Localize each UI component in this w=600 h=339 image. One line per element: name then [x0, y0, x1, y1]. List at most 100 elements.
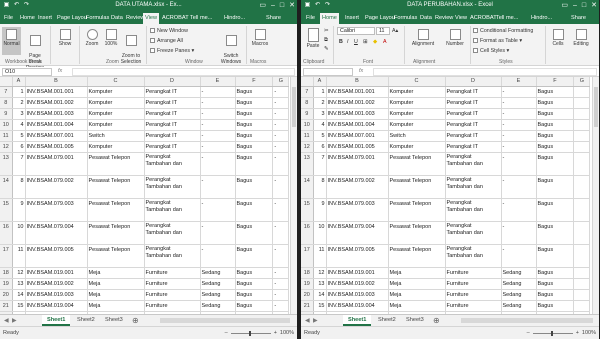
maximize-icon[interactable]: □	[280, 0, 284, 12]
cell-d[interactable]: Perangkat Tambahan dan	[144, 198, 201, 222]
cell-d[interactable]: Perangkat Tambahan dan	[144, 152, 201, 176]
formula-input[interactable]	[72, 68, 295, 76]
cell-c[interactable]: Pesawat Telepon	[388, 175, 446, 199]
row-header[interactable]: 16	[301, 221, 314, 245]
account-name[interactable]: Hindro...	[529, 14, 554, 23]
cell-e[interactable]: Sedang	[501, 300, 537, 312]
cell-g[interactable]	[573, 221, 591, 245]
cell-d[interactable]: Furniture	[445, 300, 502, 312]
cell-g[interactable]	[573, 152, 591, 176]
cell-c[interactable]: Pesawat Telepon	[87, 244, 145, 268]
sheet-tab-sheet3[interactable]: Sheet3	[100, 315, 128, 326]
cell-e[interactable]: -	[200, 244, 236, 268]
zoom-out-icon[interactable]: –	[527, 330, 530, 336]
zoom-in-icon[interactable]: +	[576, 330, 579, 336]
cell-g[interactable]	[573, 97, 591, 109]
horizontal-scrollbar[interactable]	[160, 318, 290, 323]
cell-g[interactable]: -	[272, 300, 290, 312]
cell-e[interactable]: -	[501, 221, 537, 245]
column-header[interactable]: G	[573, 77, 591, 87]
editing-button[interactable]: Editing	[569, 29, 593, 47]
cell-b[interactable]: INV.BSAM.079.004	[326, 221, 389, 245]
cell-f[interactable]: Bagus	[235, 141, 274, 153]
cell-b[interactable]: INV.BSAM.001.002	[326, 97, 389, 109]
tell-me-search[interactable]: Tell me...	[188, 14, 214, 23]
show-button[interactable]: Show	[54, 29, 76, 47]
cell-b[interactable]: INV.BSAM.079.001	[25, 152, 88, 176]
zoom-in-icon[interactable]: +	[274, 330, 277, 336]
row-header[interactable]: 15	[0, 198, 13, 222]
cell-b[interactable]: INV.BSAM.079.002	[25, 175, 88, 199]
column-header[interactable]: E	[200, 77, 236, 87]
row-header[interactable]: 17	[301, 244, 314, 268]
cell-g[interactable]: -	[272, 97, 290, 109]
formula-input[interactable]	[373, 68, 597, 76]
cell-d[interactable]: Perangkat IT	[144, 86, 201, 98]
cell-c[interactable]: Komputer	[87, 86, 145, 98]
cell-d[interactable]: Perangkat IT	[144, 130, 201, 142]
cell-c[interactable]: Komputer	[388, 97, 446, 109]
worksheet-grid[interactable]: A B C D E F G 7 1 INV.BSAM.001.001 Komputer…	[0, 77, 297, 314]
cell-a[interactable]: 9	[313, 198, 327, 222]
cell-b[interactable]: INV.BSAM.001.001	[25, 86, 88, 98]
zoom-slider[interactable]	[230, 330, 271, 336]
cell-e[interactable]: -	[200, 86, 236, 98]
cell-g[interactable]: -	[272, 141, 290, 153]
sheet-tab-sheet2[interactable]: Sheet2	[72, 315, 100, 326]
close-icon[interactable]: ✕	[591, 0, 597, 12]
cell-a[interactable]: 8	[12, 175, 26, 199]
cell-e[interactable]: Sedang	[200, 300, 236, 312]
cell-f[interactable]: Bagus	[536, 108, 575, 120]
cell-b[interactable]: INV.BSAM.019.004	[326, 300, 389, 312]
cell-c[interactable]: Meja	[87, 300, 145, 312]
zoom-to-selection-button[interactable]: Zoom to Selection	[120, 29, 142, 65]
cell-e[interactable]: Sedang	[501, 289, 537, 301]
prev-sheet-icon[interactable]: ◀	[305, 317, 310, 324]
cell-g[interactable]	[573, 119, 591, 131]
cell-f[interactable]: Bagus	[536, 152, 575, 176]
cell-f[interactable]: Bagus	[235, 278, 274, 290]
cell-g[interactable]	[573, 289, 591, 301]
cell-c[interactable]: Pesawat Telepon	[87, 198, 145, 222]
cell-d[interactable]: Perangkat IT	[445, 86, 502, 98]
row-header[interactable]: 12	[301, 141, 314, 153]
macros-button[interactable]: Macros	[249, 29, 271, 47]
cell-table[interactable]: A B C D E F G 7 1 INV.BSAM.001.001 Komputer…	[301, 77, 591, 314]
fx-icon[interactable]: fx	[359, 68, 363, 74]
zoom-out-icon[interactable]: –	[225, 330, 228, 336]
cell-a[interactable]: 11	[313, 244, 327, 268]
cell-c[interactable]: Pesawat Telepon	[87, 175, 145, 199]
cell-d[interactable]: Perangkat IT	[445, 130, 502, 142]
cell-d[interactable]: Furniture	[445, 278, 502, 290]
cell-b[interactable]: INV.BSAM.007.001	[25, 130, 88, 142]
new-window-button[interactable]: New Window	[150, 28, 188, 34]
cell-g[interactable]	[573, 278, 591, 290]
cell-c[interactable]: Pesawat Telepon	[388, 221, 446, 245]
cell-styles-button[interactable]: Cell Styles ▾	[473, 48, 509, 54]
tab-acrobat[interactable]: ACROBAT	[160, 14, 191, 23]
cell-b[interactable]: INV.BSAM.079.003	[326, 198, 389, 222]
column-header[interactable]: B	[326, 77, 389, 87]
column-header[interactable]: B	[25, 77, 88, 87]
font-size-select[interactable]: 11	[376, 27, 390, 35]
cell-e[interactable]: -	[200, 130, 236, 142]
zoom-level[interactable]: 100%	[280, 330, 294, 336]
cell-b[interactable]: INV.BSAM.019.003	[25, 289, 88, 301]
cell-table[interactable]: A B C D E F G 7 1 INV.BSAM.001.001 Komputer…	[0, 77, 290, 314]
ribbon-display-icon[interactable]: ▭	[561, 0, 568, 12]
row-header[interactable]: 7	[301, 86, 314, 98]
cell-d[interactable]: Perangkat IT	[445, 141, 502, 153]
cell-f[interactable]: Bagus	[536, 97, 575, 109]
format-painter-icon[interactable]: ✎	[324, 46, 328, 52]
cell-b[interactable]: INV.BSAM.079.005	[25, 244, 88, 268]
cell-e[interactable]: -	[501, 141, 537, 153]
tab-review[interactable]: Review	[433, 14, 455, 23]
cell-c[interactable]: Meja	[87, 267, 145, 279]
cell-a[interactable]: 12	[12, 267, 26, 279]
tab-file[interactable]: File	[304, 14, 317, 23]
minimize-icon[interactable]: –	[573, 0, 577, 12]
cell-e[interactable]: -	[200, 119, 236, 131]
cell-e[interactable]: Sedang	[200, 267, 236, 279]
cell-a[interactable]: 10	[12, 221, 26, 245]
minimize-icon[interactable]: –	[271, 0, 275, 12]
